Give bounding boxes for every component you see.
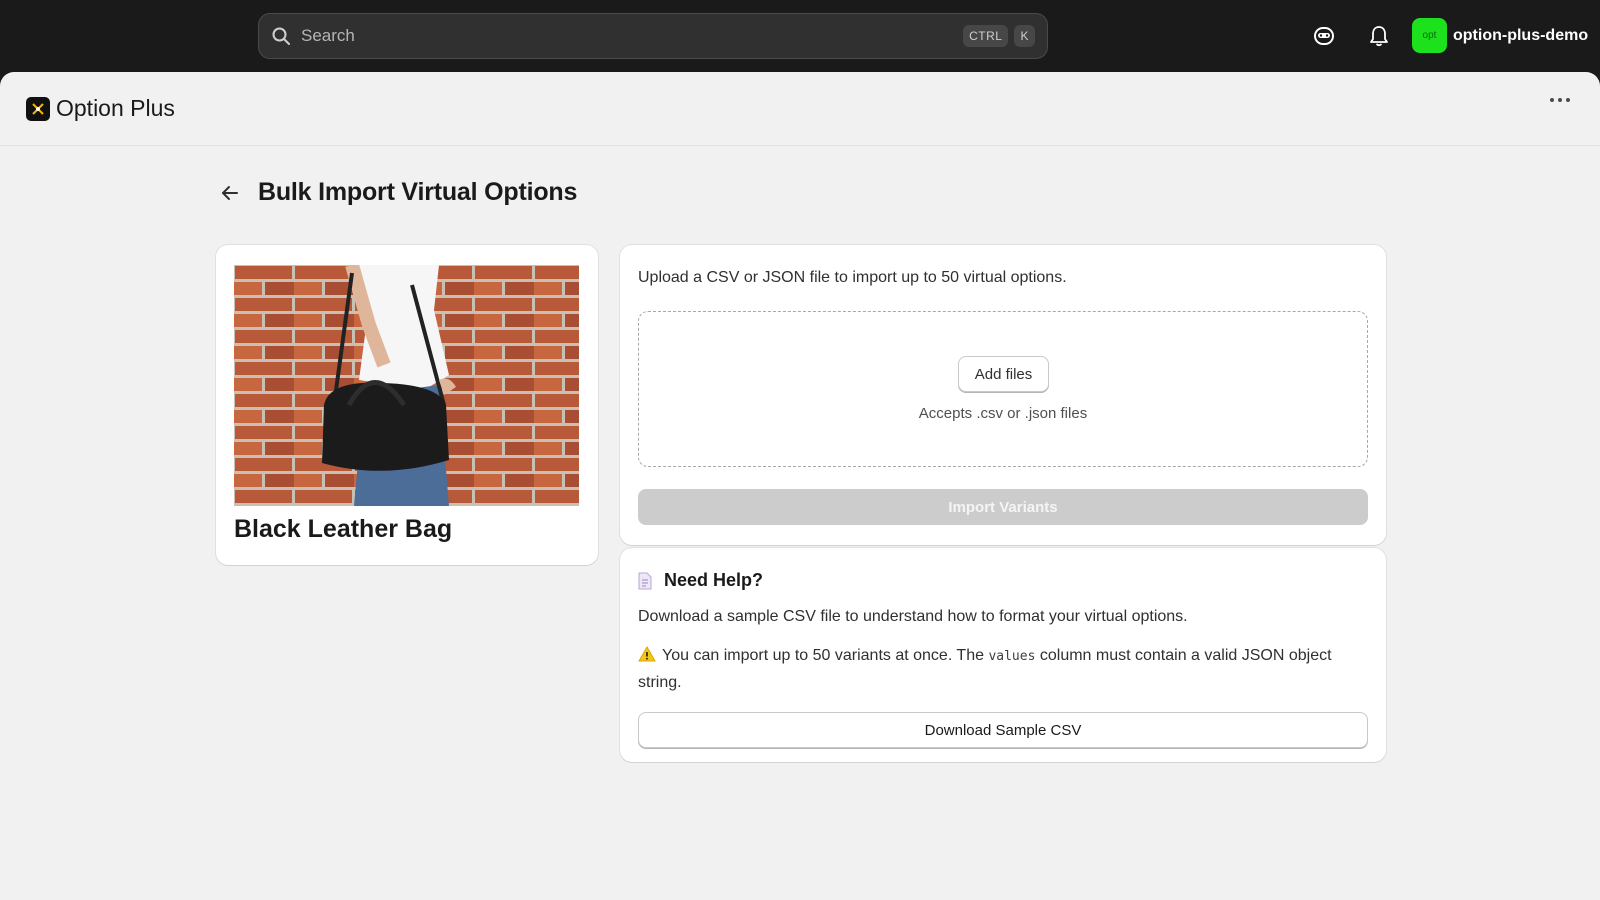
product-card: Black Leather Bag <box>216 245 598 565</box>
app-header: Option Plus <box>0 72 1600 146</box>
page-title: Bulk Import Virtual Options <box>258 178 578 206</box>
sidekick-icon[interactable] <box>1312 24 1336 48</box>
search-placeholder: Search <box>301 26 355 45</box>
help-description: Download a sample CSV file to understand… <box>638 608 1188 625</box>
app-content: Option Plus Bulk Import Virtual Options <box>0 72 1600 900</box>
upload-description: Upload a CSV or JSON file to import up t… <box>638 269 1067 286</box>
add-files-button[interactable]: Add files <box>958 356 1049 392</box>
help-card: Need Help? Download a sample CSV file to… <box>620 548 1386 762</box>
warning-text-prefix: You can import up to 50 variants at once… <box>662 647 984 664</box>
more-actions-icon[interactable] <box>1550 98 1570 102</box>
search-bar[interactable]: Search CTRL K <box>258 13 1048 59</box>
values-column-code: values <box>988 649 1036 664</box>
app-logo-icon <box>26 96 50 121</box>
store-name: option-plus-demo <box>1453 26 1589 44</box>
download-sample-csv-button[interactable]: Download Sample CSV <box>638 712 1368 748</box>
help-title-row: Need Help? <box>638 570 763 591</box>
back-arrow-icon[interactable] <box>220 181 244 205</box>
product-name: Black Leather Bag <box>234 515 453 543</box>
search-icon <box>271 25 293 47</box>
shortcut-key-k: K <box>1014 25 1035 47</box>
page-header: Bulk Import Virtual Options <box>220 178 577 207</box>
accepted-formats-text: Accepts .csv or .json files <box>918 405 1088 422</box>
help-title: Need Help? <box>664 570 764 590</box>
document-icon <box>638 572 654 590</box>
upload-card: Upload a CSV or JSON file to import up t… <box>620 245 1386 545</box>
shortcut-key-ctrl: CTRL <box>963 25 1009 47</box>
warning-icon <box>638 645 656 662</box>
import-variants-button[interactable]: Import Variants <box>638 489 1368 525</box>
avatar: opt <box>1412 18 1447 53</box>
user-menu[interactable]: opt option-plus-demo <box>1412 18 1588 53</box>
file-dropzone[interactable]: Add files Accepts .csv or .json files <box>638 311 1368 467</box>
bell-icon[interactable] <box>1367 24 1391 48</box>
import-warning: You can import up to 50 variants at once… <box>638 643 1368 696</box>
top-bar: Search CTRL K opt option-plus-demo <box>0 0 1600 72</box>
app-title: Option Plus <box>56 95 175 121</box>
product-image <box>234 265 579 506</box>
